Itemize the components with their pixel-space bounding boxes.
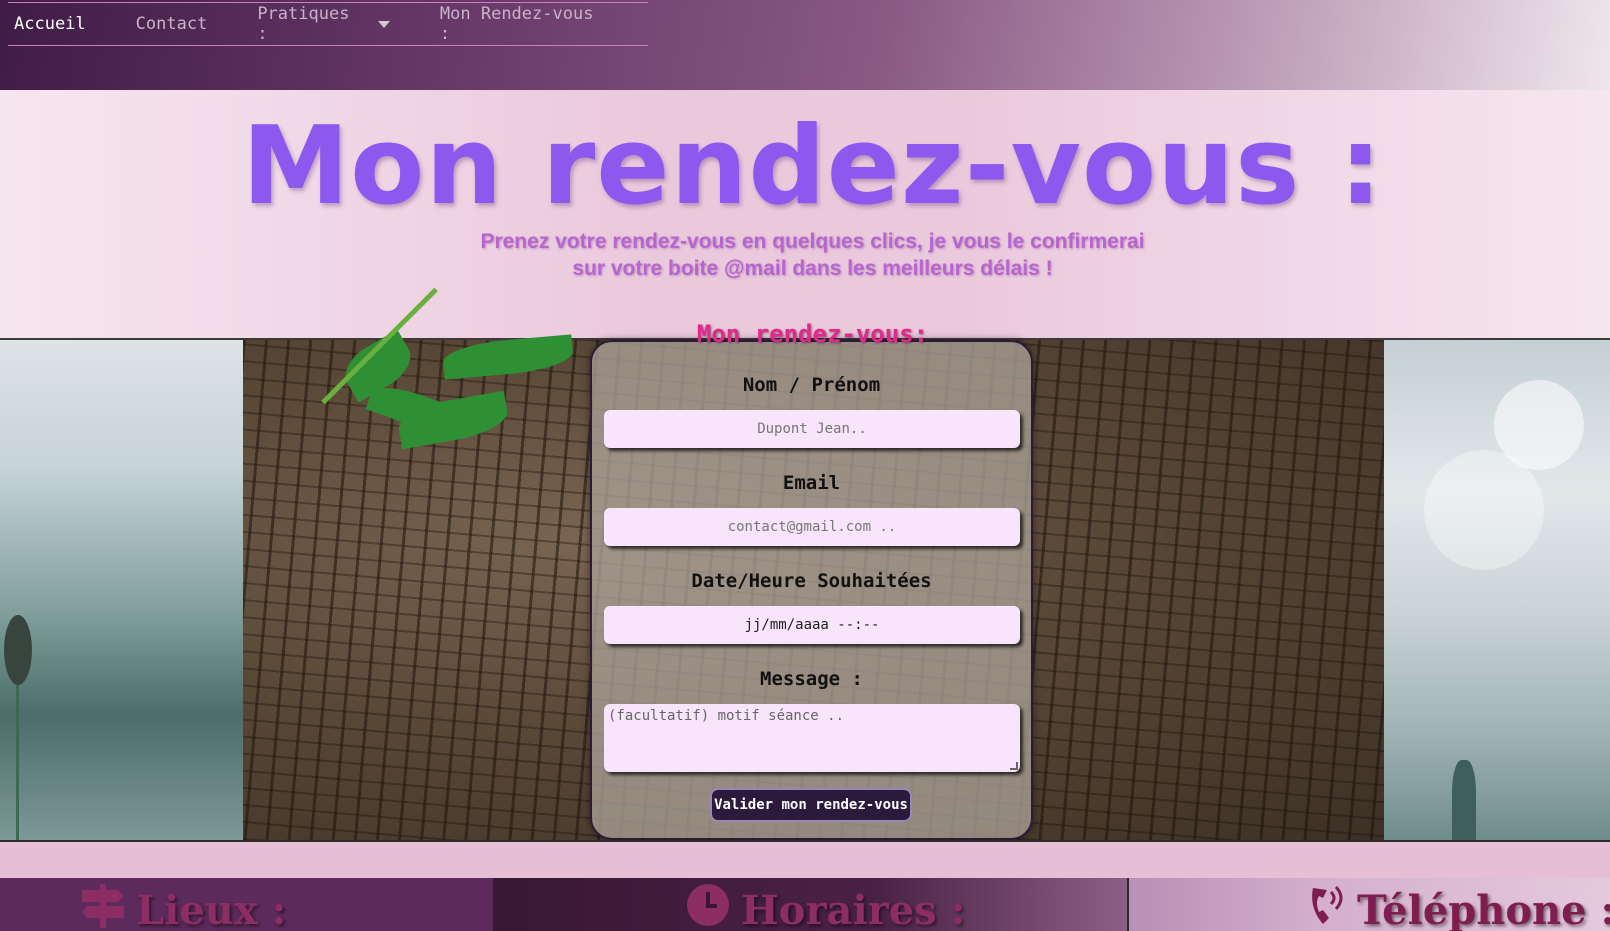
page-subtitle: Prenez votre rendez-vous en quelques cli… [0, 228, 1610, 282]
footer-hours: Horaires : [495, 878, 1129, 931]
main-nav: Accueil Contact Pratiques : Mon Rendez-v… [8, 2, 648, 46]
datetime-input[interactable]: jj/mm/aaaa --:-- [604, 606, 1020, 644]
left-meadow-image [0, 340, 243, 840]
nav-item-accueil[interactable]: Accueil [14, 14, 86, 34]
footer-places-title: Lieux : [136, 886, 287, 931]
email-label: Email [782, 472, 841, 494]
nav-item-contact[interactable]: Contact [136, 14, 208, 34]
submit-appointment-button[interactable]: Valider mon rendez-vous [710, 788, 912, 822]
footer-places-title-wrap: Lieux : [80, 882, 286, 931]
nav-item-label: Pratiques : [257, 4, 350, 44]
name-label: Nom / Prénom [742, 374, 881, 396]
footer-hours-title-wrap: Horaires : [685, 882, 965, 931]
phone-icon [1307, 882, 1347, 931]
footer-phone-title-wrap: Téléphone : [1307, 882, 1610, 931]
message-textarea[interactable]: (facultatif) motif séance .. [604, 704, 1020, 772]
nav-item-label: Accueil [14, 14, 86, 34]
nav-item-mon-rendez-vous[interactable]: Mon Rendez-vous : [440, 4, 604, 44]
right-meadow-image [1384, 340, 1610, 840]
nav-item-label: Mon Rendez-vous : [439, 4, 594, 44]
footer-phone-title: Téléphone : [1357, 886, 1610, 931]
appointment-form: Nom / Prénom Dupont Jean.. Email contact… [590, 340, 1033, 840]
bokeh-light [1424, 450, 1544, 570]
nav-item-label: Contact [135, 14, 208, 34]
hero-section: Mon rendez-vous : Prenez votre rendez-vo… [0, 90, 1610, 340]
plant-bud [1452, 760, 1476, 840]
form-heading: Mon rendez-vous: [696, 320, 929, 348]
nav-item-pratiques-dropdown[interactable]: Pratiques : [257, 4, 390, 44]
plant-stem [16, 670, 19, 840]
email-input[interactable]: contact@gmail.com .. [604, 508, 1020, 546]
message-label: Message : [760, 668, 863, 690]
subtitle-line-2: sur votre boite @mail dans les meilleurs… [572, 257, 1053, 280]
chevron-down-icon [377, 20, 390, 28]
footer-places: Lieux : [0, 878, 495, 931]
subtitle-line-1: Prenez votre rendez-vous en quelques cli… [480, 230, 1145, 253]
message-placeholder: (facultatif) motif séance .. [608, 708, 845, 724]
clock-icon [685, 882, 731, 931]
footer-hours-title: Horaires : [741, 886, 966, 931]
footer-phone: Téléphone : [1129, 878, 1610, 931]
name-input[interactable]: Dupont Jean.. [604, 410, 1020, 448]
separator-strip [0, 840, 1610, 878]
top-navbar: Accueil Contact Pratiques : Mon Rendez-v… [0, 0, 1610, 90]
datetime-label: Date/Heure Souhaitées [691, 570, 932, 592]
page-title: Mon rendez-vous : [241, 104, 1384, 229]
plant-flower-head [4, 615, 32, 685]
footer: Lieux : Horaires : Téléphone : [0, 878, 1610, 931]
resize-handle-icon[interactable] [1010, 762, 1018, 770]
signpost-icon [80, 882, 126, 931]
